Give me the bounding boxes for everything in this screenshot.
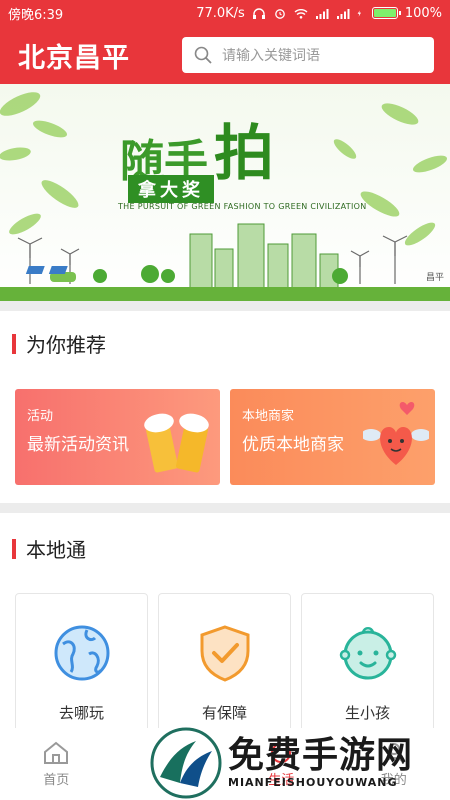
watermark-title: 免费手游网 xyxy=(228,735,414,777)
watermark-logo-icon xyxy=(150,727,222,798)
status-time: 傍晚6:39 xyxy=(8,7,64,23)
section-title-recommend: 为你推荐 xyxy=(12,329,106,358)
baby-face-icon xyxy=(339,627,396,680)
signal-icon-2 xyxy=(336,8,350,19)
search-icon xyxy=(194,46,212,64)
network-speed: 77.0K/s xyxy=(196,5,245,21)
section-divider-2 xyxy=(0,503,450,513)
signal-icon xyxy=(315,8,329,19)
tab-home-label: 首页 xyxy=(43,772,70,788)
service-card-baby[interactable]: 生小孩 xyxy=(301,593,434,733)
alarm-icon xyxy=(274,8,285,19)
service-card-guarantee[interactable]: 有保障 xyxy=(158,593,291,733)
activity-card[interactable]: 活动 最新活动资讯 xyxy=(15,389,220,485)
watermark-subtitle: MIANFEISHOUYOUWANG xyxy=(228,775,398,789)
section-accent-bar xyxy=(12,333,16,354)
home-icon xyxy=(44,741,69,764)
battery-icon xyxy=(371,7,401,19)
battery-percent: 100% xyxy=(404,5,442,21)
banner-english: THE PURSUIT OF GREEN FASHION TO GREEN CI… xyxy=(118,202,367,211)
service-label-baby: 生小孩 xyxy=(344,704,390,722)
local-merchant-card[interactable]: 本地商家 优质本地商家 xyxy=(230,389,435,485)
service-label-travel: 去哪玩 xyxy=(58,704,104,722)
search-input[interactable]: 请输入关键词语 xyxy=(182,37,434,73)
headphone-icon xyxy=(252,7,265,19)
tab-home[interactable]: 首页 xyxy=(0,728,113,800)
shield-check-icon xyxy=(200,625,249,682)
site-watermark: 免费手游网 MIANFEISHOUYOUWANG xyxy=(150,725,450,800)
banner-art xyxy=(0,92,448,290)
service-label-guarantee: 有保障 xyxy=(201,704,247,722)
winged-heart-icon xyxy=(363,402,429,465)
banner-subtitle: 拿大奖 xyxy=(128,175,214,203)
wifi-icon xyxy=(294,8,308,19)
globe-icon xyxy=(54,625,109,681)
section-divider xyxy=(0,301,450,311)
section-accent-bar-2 xyxy=(12,538,16,559)
promo-banner[interactable]: 随手 拍 拿大奖 THE PURSUIT OF GREEN FASHION TO… xyxy=(0,84,450,301)
app-header: 北京昌平 请输入关键词语 xyxy=(0,26,450,84)
section-title-local: 本地通 xyxy=(12,534,86,563)
app-logo: 北京昌平 xyxy=(18,42,130,74)
local-services: 去哪玩 有保障 生小孩 xyxy=(15,593,435,733)
search-placeholder: 请输入关键词语 xyxy=(222,48,320,64)
banner-corner-text: 昌平 xyxy=(425,273,444,283)
charging-icon xyxy=(357,9,361,17)
beer-icon xyxy=(144,413,209,473)
banner-ground xyxy=(0,287,450,301)
service-card-travel[interactable]: 去哪玩 xyxy=(15,593,148,733)
status-bar: 傍晚6:39 77.0K/s 100% xyxy=(0,0,450,26)
